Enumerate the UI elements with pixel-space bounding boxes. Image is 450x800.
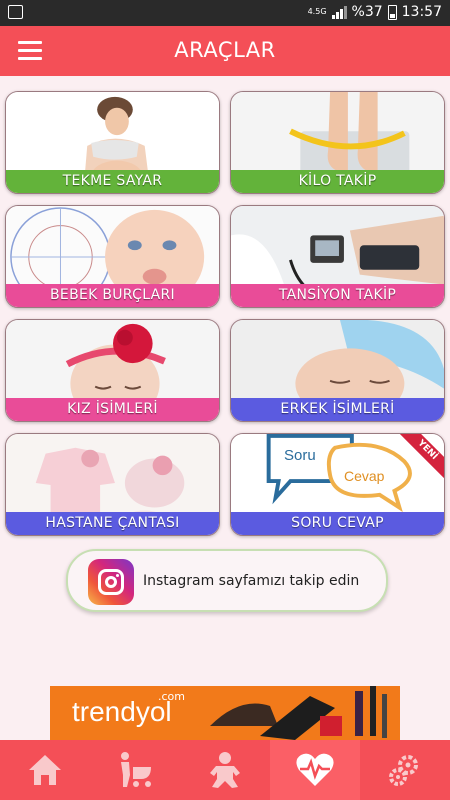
status-bar: 4.5G %37 13:57	[0, 0, 450, 26]
tool-card-hospital-bag[interactable]: HASTANE ÇANTASI	[5, 433, 220, 536]
tool-label: TEKME SAYAR	[6, 170, 219, 193]
signal-icon	[331, 5, 347, 19]
tool-label: BEBEK BURÇLARI	[6, 284, 219, 307]
ad-banner[interactable]: trendyol .com	[50, 686, 400, 740]
home-icon	[29, 755, 61, 785]
status-right: 4.5G %37 13:57	[308, 4, 442, 20]
heartbeat-icon	[296, 753, 334, 786]
tool-label: KİLO TAKİP	[231, 170, 444, 193]
tool-label: SORU CEVAP	[231, 512, 444, 535]
tool-label: TANSİYON TAKİP	[231, 284, 444, 307]
nav-health[interactable]	[270, 740, 360, 800]
app-bar: ARAÇLAR	[0, 26, 450, 76]
baby-icon	[210, 752, 240, 788]
instagram-icon	[88, 559, 134, 605]
image-icon	[8, 5, 23, 19]
bottom-nav	[0, 740, 450, 800]
settings-icon	[389, 755, 418, 786]
banner-brand: trendyol	[72, 696, 172, 727]
tool-card-weight-tracker[interactable]: KİLO TAKİP	[230, 91, 445, 194]
bubble-question-text: Soru	[284, 447, 316, 464]
tool-card-baby-horoscope[interactable]: BEBEK BURÇLARI	[5, 205, 220, 308]
tool-card-boy-names[interactable]: ERKEK İSİMLERİ	[230, 319, 445, 422]
instagram-follow-button[interactable]: Instagram sayfamızı takip edin	[66, 549, 388, 612]
battery-icon	[387, 4, 397, 20]
banner-brand-suffix: .com	[158, 690, 185, 703]
tool-card-blood-pressure[interactable]: TANSİYON TAKİP	[230, 205, 445, 308]
battery-percent: %37	[351, 4, 383, 20]
tool-label: HASTANE ÇANTASI	[6, 512, 219, 535]
tool-card-kick-counter[interactable]: TEKME SAYAR	[5, 91, 220, 194]
tool-card-girl-names[interactable]: KIZ İSİMLERİ	[5, 319, 220, 422]
bubble-answer-text: Cevap	[344, 468, 385, 484]
nav-home[interactable]	[0, 740, 90, 800]
banner-products-image	[210, 686, 387, 740]
tool-label: KIZ İSİMLERİ	[6, 398, 219, 421]
instagram-follow-label: Instagram sayfamızı takip edin	[143, 573, 360, 589]
tool-label: ERKEK İSİMLERİ	[231, 398, 444, 421]
nav-stroller[interactable]	[90, 740, 180, 800]
network-label: 4.5G	[307, 7, 327, 16]
nav-baby[interactable]	[180, 740, 270, 800]
nav-settings[interactable]	[360, 740, 450, 800]
stroller-icon	[121, 752, 151, 787]
clock: 13:57	[401, 4, 442, 20]
tool-card-qa[interactable]: Soru Cevap YENİ SORU CEVAP	[230, 433, 445, 536]
page-title: ARAÇLAR	[174, 38, 276, 62]
